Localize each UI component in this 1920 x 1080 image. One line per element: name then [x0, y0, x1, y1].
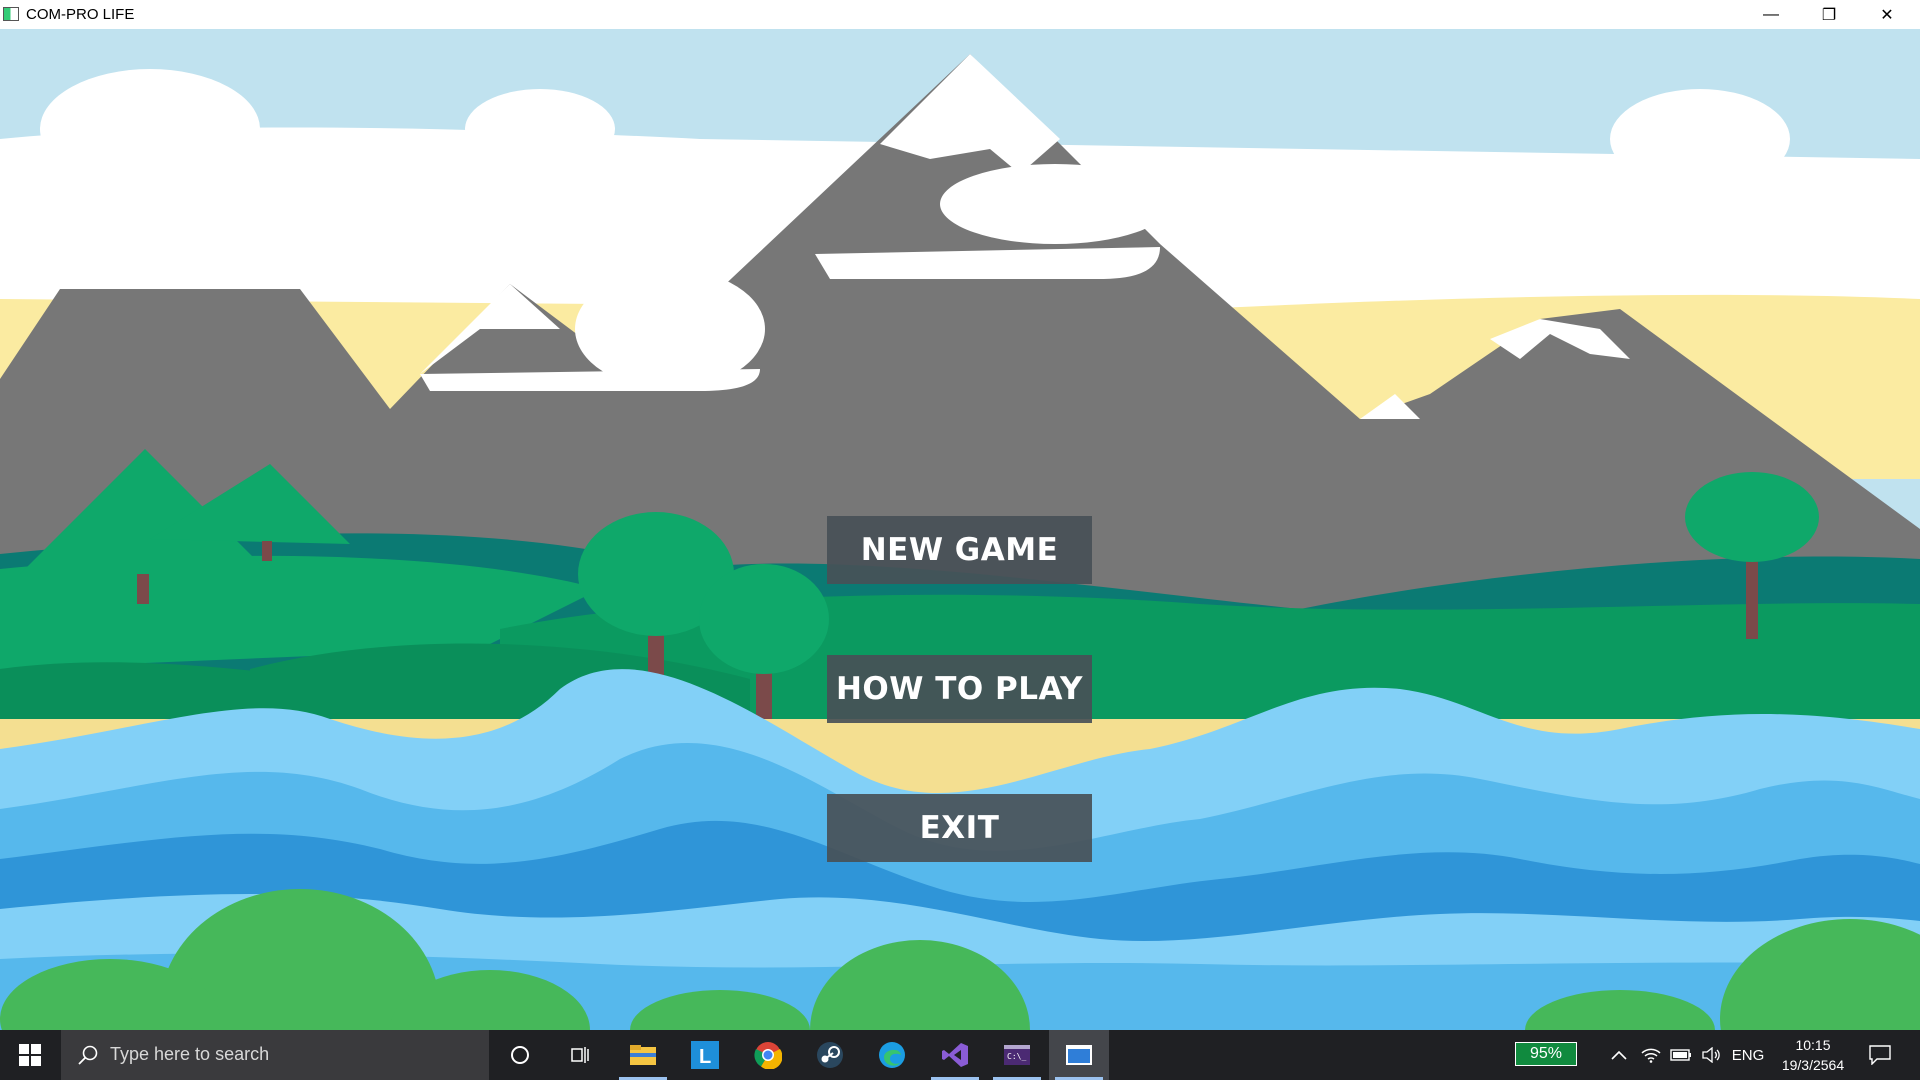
terminal-icon[interactable]: C:\_	[987, 1030, 1047, 1080]
window-title: COM-PRO LIFE	[26, 6, 135, 23]
app-icon	[3, 7, 19, 21]
file-explorer-icon[interactable]	[613, 1030, 673, 1080]
search-box[interactable]: Type here to search	[61, 1030, 489, 1080]
battery-icon[interactable]	[1667, 1030, 1695, 1080]
battery-percent-badge[interactable]: 95%	[1515, 1042, 1577, 1066]
launcher-l-icon[interactable]: L	[675, 1030, 735, 1080]
close-button[interactable]: ✕	[1858, 0, 1916, 29]
restore-button[interactable]: ❐	[1800, 0, 1858, 29]
clock-time: 10:15	[1795, 1037, 1831, 1053]
how-to-play-button[interactable]: HOW TO PLAY	[827, 655, 1092, 723]
notification-icon[interactable]	[1860, 1030, 1900, 1080]
game-canvas[interactable]: NEW GAME HOW TO PLAY EXIT	[0, 29, 1920, 1030]
clock[interactable]: 10:15 19/3/2564	[1768, 1035, 1858, 1075]
title-bar: COM-PRO LIFE — ❐ ✕	[0, 0, 1920, 29]
search-icon	[78, 1045, 98, 1065]
steam-icon[interactable]	[800, 1030, 860, 1080]
chevron-up-icon[interactable]	[1603, 1030, 1635, 1080]
minimize-button[interactable]: —	[1742, 0, 1800, 29]
game-window-icon[interactable]	[1049, 1030, 1109, 1080]
visual-studio-icon[interactable]	[925, 1030, 985, 1080]
search-placeholder: Type here to search	[110, 1044, 270, 1064]
start-button[interactable]	[0, 1030, 60, 1080]
svg-text:C:\_: C:\_	[1007, 1052, 1026, 1061]
edge-icon[interactable]	[862, 1030, 922, 1080]
new-game-button[interactable]: NEW GAME	[827, 516, 1092, 584]
wifi-icon[interactable]	[1637, 1030, 1665, 1080]
chrome-icon[interactable]	[738, 1030, 798, 1080]
windows-icon	[19, 1044, 41, 1066]
svg-text:L: L	[699, 1046, 711, 1068]
language-indicator[interactable]: ENG	[1728, 1030, 1768, 1080]
volume-icon[interactable]	[1697, 1030, 1725, 1080]
cortana-icon[interactable]	[490, 1030, 550, 1080]
clock-date: 19/3/2564	[1781, 1057, 1845, 1073]
exit-button[interactable]: EXIT	[827, 794, 1092, 862]
taskbar: Type here to search L C:\_ 95% ENG 10:15…	[0, 1030, 1920, 1080]
task-view-icon[interactable]	[550, 1030, 610, 1080]
